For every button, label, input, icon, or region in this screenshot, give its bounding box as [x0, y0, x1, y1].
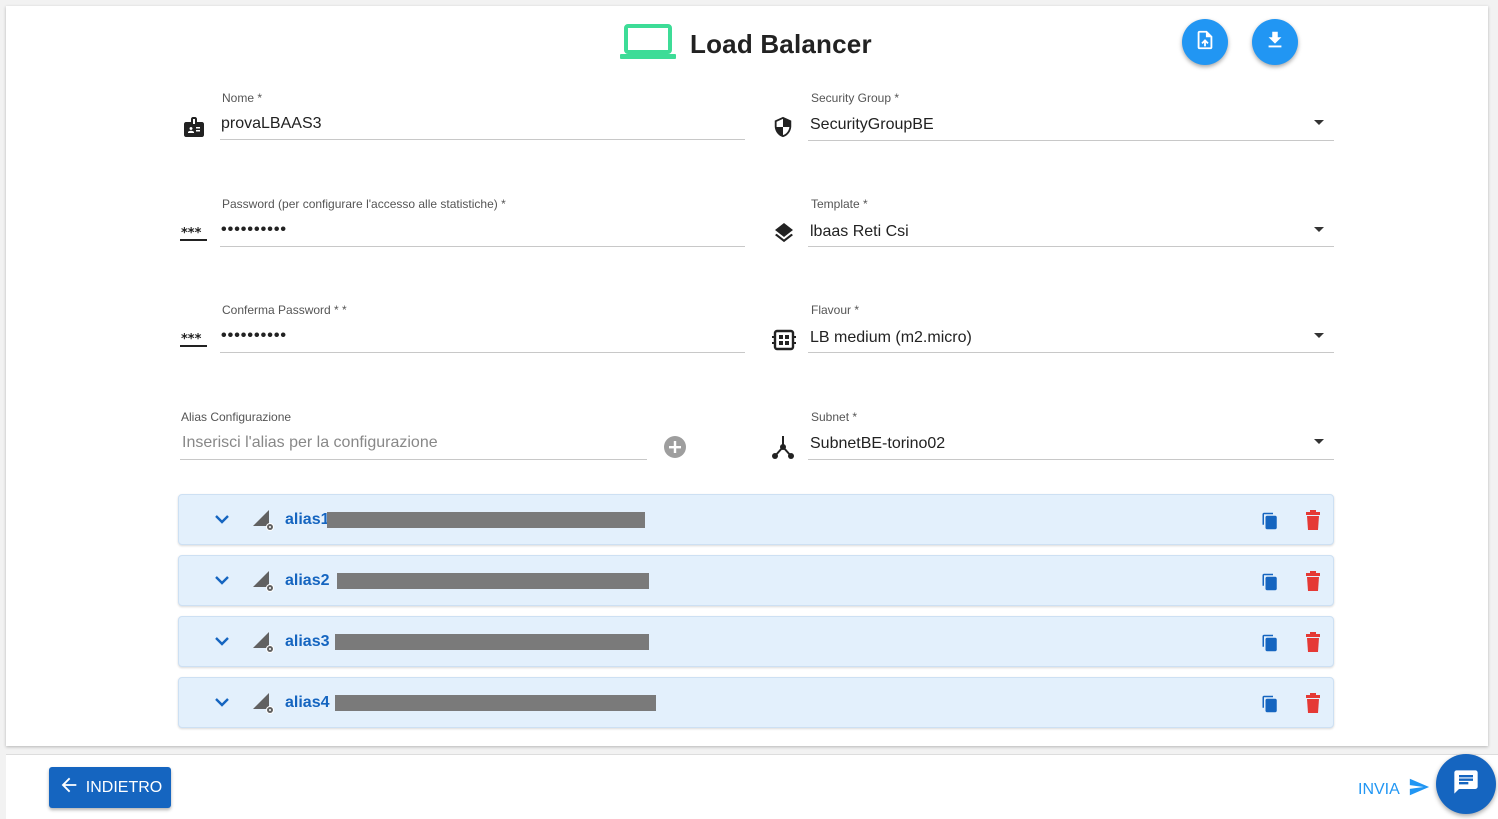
nome-underline [220, 139, 745, 140]
subnet-label: Subnet * [811, 410, 858, 424]
password-underline [220, 246, 745, 247]
laptop-icon [620, 22, 690, 67]
back-button[interactable]: INDIETRO [49, 767, 171, 808]
chat-button[interactable] [1436, 754, 1496, 814]
chevron-down-icon[interactable] [1314, 227, 1324, 232]
back-button-label: INDIETRO [85, 778, 163, 796]
delete-icon[interactable] [1305, 571, 1321, 596]
template-select[interactable]: lbaas Reti Csi [810, 223, 909, 241]
delete-icon[interactable] [1305, 510, 1321, 535]
copy-icon[interactable] [1261, 572, 1279, 597]
chat-icon [1452, 768, 1480, 801]
config-icon [251, 691, 275, 720]
copy-icon[interactable] [1261, 633, 1279, 658]
alias-row[interactable]: alias4 [178, 677, 1334, 728]
chevron-down-icon[interactable] [1314, 439, 1324, 444]
badge-icon [182, 115, 206, 144]
alias-input[interactable]: Inserisci l'alias per la configurazione [182, 434, 438, 452]
password-label: Password (per configurare l'accesso alle… [222, 197, 506, 211]
password-icon: *** [180, 332, 208, 353]
send-button-label: INVIA [1358, 780, 1400, 798]
memory-chip-icon [772, 328, 796, 357]
conferma-password-underline [220, 352, 745, 353]
copy-icon[interactable] [1261, 511, 1279, 536]
config-icon [251, 630, 275, 659]
add-circle-icon[interactable] [663, 435, 687, 464]
subnet-select[interactable]: SubnetBE-torino02 [810, 435, 945, 453]
svg-text:***: *** [181, 332, 202, 347]
alias-name: alias4 [285, 694, 330, 711]
delete-icon[interactable] [1305, 632, 1321, 657]
security-group-underline [808, 140, 1334, 141]
svg-text:***: *** [181, 226, 202, 241]
nome-label: Nome * [222, 91, 263, 105]
conferma-password-label: Conferma Password * * [222, 303, 347, 317]
alias-row[interactable]: alias3 [178, 616, 1334, 667]
footer-bar [6, 754, 1498, 819]
flavour-underline [808, 352, 1334, 353]
config-icon [251, 508, 275, 537]
security-group-label: Security Group * [811, 91, 900, 105]
send-button[interactable]: INVIA [1358, 776, 1432, 803]
file-upload-icon [1194, 29, 1216, 56]
upload-button[interactable] [1182, 19, 1228, 65]
redacted-block [337, 573, 649, 589]
copy-icon[interactable] [1261, 694, 1279, 719]
alias-row[interactable]: alias2 [178, 555, 1334, 606]
password-icon: *** [180, 226, 208, 247]
chevron-down-icon[interactable] [215, 572, 229, 590]
chevron-down-icon[interactable] [215, 511, 229, 529]
page-title: Load Balancer [690, 28, 872, 59]
alias-name: alias1 [285, 511, 330, 528]
subnet-underline [808, 459, 1334, 460]
redacted-block [335, 695, 656, 711]
security-group-select[interactable]: SecurityGroupBE [810, 116, 934, 134]
alias-underline [180, 459, 647, 460]
alias-row[interactable]: alias1 [178, 494, 1334, 545]
alias-name: alias2 [285, 572, 330, 589]
arrow-left-icon [58, 774, 86, 801]
layers-icon [772, 221, 796, 250]
download-button[interactable] [1252, 19, 1298, 65]
template-label: Template * [811, 197, 868, 211]
send-icon [1400, 776, 1432, 803]
page-header: Load Balancer [620, 20, 872, 68]
chevron-down-icon[interactable] [215, 633, 229, 651]
template-underline [808, 246, 1334, 247]
conferma-password-input[interactable]: •••••••••• [221, 327, 287, 345]
redacted-block [327, 512, 645, 528]
alias-label: Alias Configurazione [181, 410, 292, 424]
network-icon [772, 435, 794, 464]
redacted-block [335, 634, 649, 650]
alias-name: alias3 [285, 633, 330, 650]
nome-input[interactable]: provaLBAAS3 [221, 115, 322, 133]
chevron-down-icon[interactable] [1314, 333, 1324, 338]
delete-icon[interactable] [1305, 693, 1321, 718]
flavour-select[interactable]: LB medium (m2.micro) [810, 329, 972, 347]
chevron-down-icon[interactable] [215, 694, 229, 712]
flavour-label: Flavour * [811, 303, 860, 317]
chevron-down-icon[interactable] [1314, 120, 1324, 125]
config-icon [251, 569, 275, 598]
download-icon [1264, 29, 1286, 56]
password-input[interactable]: •••••••••• [221, 221, 287, 239]
shield-icon [772, 115, 794, 144]
